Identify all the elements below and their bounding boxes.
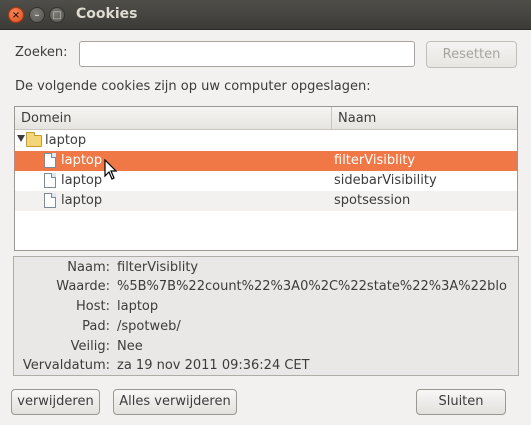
window-minimize-button[interactable]: – — [29, 7, 45, 23]
detail-host-label: Host: — [76, 299, 110, 314]
table-row[interactable]: laptop spotsession — [15, 191, 517, 211]
detail-expires-value: za 19 nov 2011 09:36:24 CET — [117, 358, 310, 373]
detail-name-value: filterVisiblity — [117, 260, 199, 275]
tree-folder-row[interactable]: laptop — [15, 131, 517, 151]
search-input[interactable] — [79, 41, 415, 67]
table-row[interactable]: laptop sidebarVisibility — [15, 171, 517, 191]
table-row[interactable]: laptop filterVisiblity — [15, 151, 517, 171]
search-label: Zoeken: — [15, 45, 68, 60]
cookie-tree[interactable]: Domein Naam laptop laptop filterVisiblit… — [14, 106, 518, 251]
detail-value-value: %5B%7B%22count%22%3A0%2C%22state%22%3A%2… — [117, 279, 507, 294]
row-name: filterVisiblity — [334, 153, 416, 168]
cookies-description: De volgende cookies zijn op uw computer … — [15, 79, 371, 94]
window-close-button[interactable]: × — [8, 7, 24, 23]
document-icon — [44, 173, 56, 188]
row-domain: laptop — [61, 173, 103, 188]
delete-button[interactable]: verwijderen — [11, 389, 100, 415]
document-icon — [44, 193, 56, 208]
window-maximize-button[interactable]: □ — [49, 7, 65, 23]
cookie-details-panel: Naam: filterVisiblity Waarde: %5B%7B%22c… — [13, 256, 519, 376]
column-header-domain[interactable]: Domein — [21, 111, 71, 126]
reset-button[interactable]: Resetten — [426, 41, 517, 68]
detail-expires-label: Vervaldatum: — [22, 358, 110, 373]
detail-secure-value: Nee — [117, 339, 143, 354]
row-domain: laptop — [61, 193, 103, 208]
folder-icon — [26, 132, 42, 147]
detail-name-label: Naam: — [67, 260, 110, 275]
detail-path-value: /spotweb/ — [117, 319, 181, 334]
detail-host-value: laptop — [117, 299, 159, 314]
document-icon — [44, 153, 56, 168]
row-name: spotsession — [334, 193, 411, 208]
column-separator[interactable] — [331, 107, 332, 130]
row-name: sidebarVisibility — [334, 173, 437, 188]
folder-label: laptop — [45, 133, 87, 148]
expander-arrow-icon[interactable] — [17, 135, 25, 142]
tree-header: Domein Naam — [15, 107, 517, 130]
row-domain: laptop — [61, 153, 103, 168]
mouse-pointer-icon — [104, 159, 118, 180]
column-header-name[interactable]: Naam — [338, 111, 376, 126]
close-button[interactable]: Sluiten — [416, 389, 506, 415]
detail-value-label: Waarde: — [56, 279, 110, 294]
delete-all-button[interactable]: Alles verwijderen — [113, 389, 237, 415]
title-bar: × – □ Cookies — [0, 0, 531, 30]
window-title: Cookies — [76, 6, 138, 22]
detail-path-label: Pad: — [82, 319, 110, 334]
detail-secure-label: Veilig: — [70, 339, 110, 354]
